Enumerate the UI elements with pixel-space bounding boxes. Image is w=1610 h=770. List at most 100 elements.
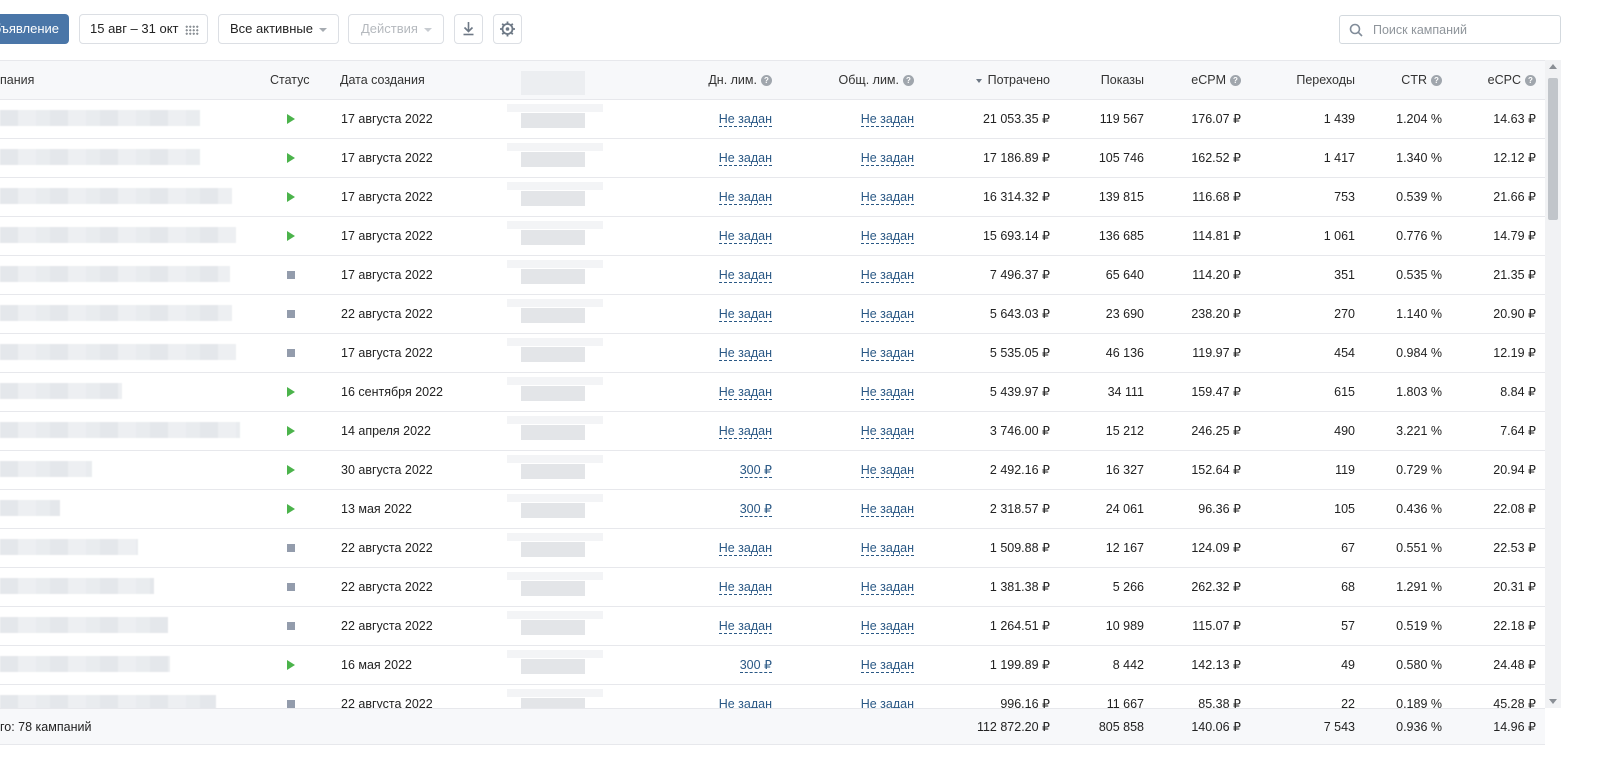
help-icon[interactable]: ? <box>1431 75 1442 86</box>
vertical-scrollbar[interactable] <box>1545 60 1561 708</box>
stop-icon[interactable] <box>287 544 295 552</box>
total-limit-link[interactable]: Не задан <box>860 190 914 205</box>
stop-icon[interactable] <box>287 622 295 630</box>
table-row[interactable]: 16 сентября 2022 Не задан Не задан 5 439.97… <box>0 373 1545 412</box>
daily-limit-link[interactable]: Не задан <box>718 541 772 556</box>
date-range-picker[interactable]: 15 авг – 31 окт <box>79 14 208 44</box>
campaign-name-redacted[interactable] <box>0 266 230 282</box>
actions-dropdown[interactable]: Действия <box>348 14 444 44</box>
table-row[interactable]: 17 августа 2022 Не задан Не задан 17 186.89… <box>0 139 1545 178</box>
total-limit-link[interactable]: Не задан <box>860 307 914 322</box>
daily-limit-link[interactable]: Не задан <box>718 151 772 166</box>
total-limit-link[interactable]: Не задан <box>860 346 914 361</box>
total-limit-link[interactable]: Не задан <box>860 463 914 478</box>
total-limit-link[interactable]: Не задан <box>860 658 914 673</box>
table-row[interactable]: 22 августа 2022 Не задан Не задан 1 381.38 … <box>0 568 1545 607</box>
col-header-ecpm[interactable]: eCPM? <box>1191 61 1241 99</box>
col-header-name[interactable]: пания <box>0 61 34 99</box>
table-row[interactable]: 22 августа 2022 Не задан Не задан 5 643.03 … <box>0 295 1545 334</box>
table-row[interactable]: 17 августа 2022 Не задан Не задан 5 535.05 … <box>0 334 1545 373</box>
daily-limit-link[interactable]: Не задан <box>718 268 772 283</box>
daily-limit-link[interactable]: Не задан <box>718 112 772 127</box>
campaign-name-redacted[interactable] <box>0 500 60 516</box>
table-row[interactable]: 16 мая 2022 300 ₽ Не задан 1 199.89 ₽ 8 442 1… <box>0 646 1545 685</box>
daily-limit-link[interactable]: Не задан <box>718 619 772 634</box>
play-icon[interactable] <box>287 192 295 202</box>
total-limit-link[interactable]: Не задан <box>860 541 914 556</box>
stop-icon[interactable] <box>287 310 295 318</box>
campaign-name-redacted[interactable] <box>0 617 168 633</box>
table-row[interactable]: 22 августа 2022 Не задан Не задан 1 509.88 … <box>0 529 1545 568</box>
col-header-clicks[interactable]: Переходы <box>1296 61 1355 99</box>
status-filter-dropdown[interactable]: Все активные <box>218 14 339 44</box>
total-limit-link[interactable]: Не задан <box>860 268 914 283</box>
total-limit-link[interactable]: Не задан <box>860 151 914 166</box>
table-row[interactable]: 17 августа 2022 Не задан Не задан 15 693.14… <box>0 217 1545 256</box>
col-header-spent[interactable]: Потрачено <box>975 61 1050 99</box>
campaign-name-redacted[interactable] <box>0 188 232 204</box>
play-icon[interactable] <box>287 387 295 397</box>
table-row[interactable]: 30 августа 2022 300 ₽ Не задан 2 492.16 ₽ 16… <box>0 451 1545 490</box>
help-icon[interactable]: ? <box>1525 75 1536 86</box>
total-limit-link[interactable]: Не задан <box>860 619 914 634</box>
col-header-impressions[interactable]: Показы <box>1101 61 1144 99</box>
play-icon[interactable] <box>287 231 295 241</box>
total-limit-link[interactable]: Не задан <box>860 229 914 244</box>
total-limit-link[interactable]: Не задан <box>860 385 914 400</box>
play-icon[interactable] <box>287 114 295 124</box>
col-header-status[interactable]: Статус <box>270 61 310 99</box>
col-header-ctr[interactable]: CTR? <box>1401 61 1442 99</box>
campaign-name-redacted[interactable] <box>0 422 240 438</box>
campaign-name-redacted[interactable] <box>0 344 236 360</box>
table-row[interactable]: 17 августа 2022 Не задан Не задан 16 314.32… <box>0 178 1545 217</box>
total-limit-link[interactable]: Не задан <box>860 502 914 517</box>
play-icon[interactable] <box>287 153 295 163</box>
col-header-total-limit[interactable]: Общ. лим.? <box>839 61 914 99</box>
total-limit-link[interactable]: Не задан <box>860 112 914 127</box>
search-box[interactable] <box>1339 15 1561 44</box>
daily-limit-link[interactable]: Не задан <box>718 346 772 361</box>
daily-limit-link[interactable]: 300 ₽ <box>739 658 772 673</box>
search-input[interactable] <box>1371 22 1555 38</box>
table-row[interactable]: 17 августа 2022 Не задан Не задан 7 496.37 … <box>0 256 1545 295</box>
col-header-daily-limit[interactable]: Дн. лим.? <box>708 61 772 99</box>
table-row[interactable]: 22 августа 2022 Не задан Не задан 1 264.51 … <box>0 607 1545 646</box>
daily-limit-link[interactable]: Не задан <box>718 229 772 244</box>
stop-icon[interactable] <box>287 583 295 591</box>
campaign-name-redacted[interactable] <box>0 383 122 399</box>
play-icon[interactable] <box>287 660 295 670</box>
daily-limit-link[interactable]: Не задан <box>718 190 772 205</box>
play-icon[interactable] <box>287 465 295 475</box>
table-row[interactable]: 13 мая 2022 300 ₽ Не задан 2 318.57 ₽ 24 061… <box>0 490 1545 529</box>
campaign-name-redacted[interactable] <box>0 305 232 321</box>
help-icon[interactable]: ? <box>903 75 914 86</box>
scrollbar-thumb[interactable] <box>1548 78 1558 220</box>
scroll-up-icon[interactable] <box>1549 64 1557 69</box>
campaign-name-redacted[interactable] <box>0 227 236 243</box>
table-row[interactable]: 17 августа 2022 Не задан Не задан 21 053.35… <box>0 100 1545 139</box>
help-icon[interactable]: ? <box>1230 75 1241 86</box>
campaign-name-redacted[interactable] <box>0 539 138 555</box>
create-ad-button[interactable]: бъявление <box>0 14 69 44</box>
download-button[interactable] <box>454 14 483 44</box>
table-row[interactable]: 14 апреля 2022 Не задан Не задан 3 746.00 ₽… <box>0 412 1545 451</box>
daily-limit-link[interactable]: 300 ₽ <box>739 502 772 517</box>
settings-button[interactable] <box>493 14 522 44</box>
col-header-created[interactable]: Дата создания <box>340 61 425 99</box>
stop-icon[interactable] <box>287 349 295 357</box>
campaign-name-redacted[interactable] <box>0 110 200 126</box>
daily-limit-link[interactable]: Не задан <box>718 580 772 595</box>
campaign-name-redacted[interactable] <box>0 578 154 594</box>
campaign-name-redacted[interactable] <box>0 461 92 477</box>
stop-icon[interactable] <box>287 271 295 279</box>
total-limit-link[interactable]: Не задан <box>860 424 914 439</box>
total-limit-link[interactable]: Не задан <box>860 580 914 595</box>
play-icon[interactable] <box>287 504 295 514</box>
campaign-name-redacted[interactable] <box>0 656 170 672</box>
daily-limit-link[interactable]: 300 ₽ <box>739 463 772 478</box>
help-icon[interactable]: ? <box>761 75 772 86</box>
daily-limit-link[interactable]: Не задан <box>718 307 772 322</box>
daily-limit-link[interactable]: Не задан <box>718 385 772 400</box>
campaign-name-redacted[interactable] <box>0 149 200 165</box>
daily-limit-link[interactable]: Не задан <box>718 424 772 439</box>
